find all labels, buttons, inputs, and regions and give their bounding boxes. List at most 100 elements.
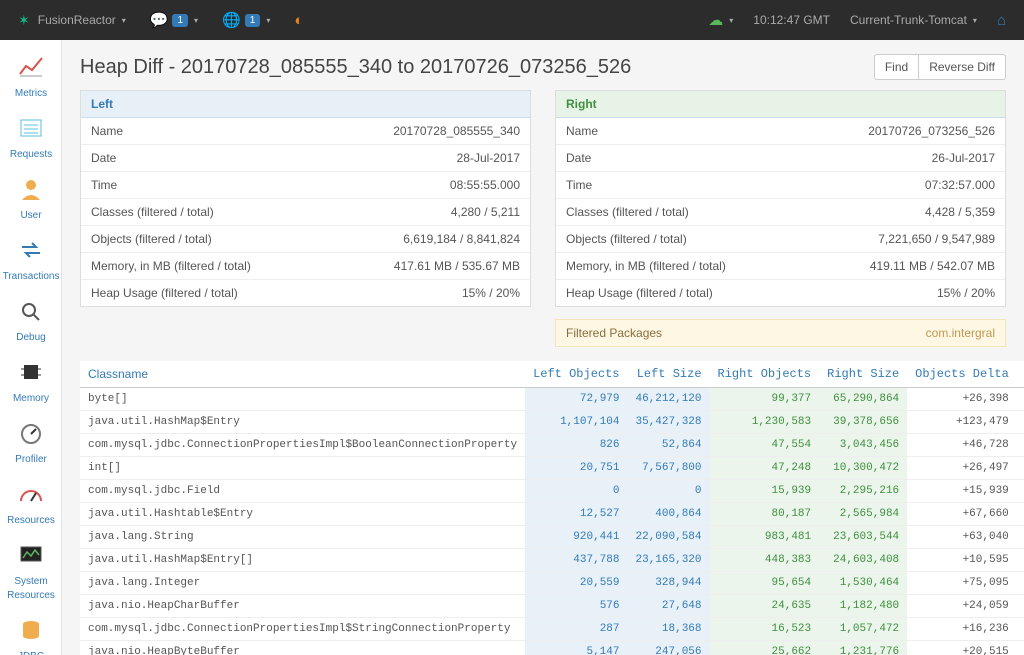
cell-classname: java.lang.Integer: [80, 572, 525, 595]
col-left-size[interactable]: Left Size: [628, 361, 710, 388]
cell-classname: com.mysql.jdbc.Field: [80, 480, 525, 503]
brand-menu[interactable]: ✶ FusionReactor ▾: [8, 0, 136, 40]
summary-value: 28-Jul-2017: [457, 151, 520, 165]
table-row[interactable]: java.util.HashMap$Entry[]437,78823,165,3…: [80, 549, 1024, 572]
cell-right-objects: 95,654: [710, 572, 820, 595]
chevron-down-icon: ▾: [729, 16, 733, 25]
col-classname[interactable]: Classname: [80, 361, 525, 388]
chip-icon: [0, 361, 62, 386]
cell-right-size: 65,290,864: [819, 388, 907, 411]
summary-key: Name: [566, 124, 598, 138]
table-row[interactable]: java.nio.HeapByteBuffer5,147247,05625,66…: [80, 641, 1024, 655]
logo-icon: ✶: [18, 12, 30, 29]
summary-panels: Left Name20170728_085555_340Date28-Jul-2…: [80, 90, 1006, 307]
table-row[interactable]: java.lang.Integer20,559328,94495,6541,53…: [80, 572, 1024, 595]
main-content: Heap Diff - 20170728_085555_340 to 20170…: [62, 40, 1024, 655]
col-left-objects[interactable]: Left Objects: [525, 361, 627, 388]
cell-left-objects: 576: [525, 595, 627, 618]
cloud-menu[interactable]: ☁ ▾: [698, 0, 743, 40]
table-row[interactable]: com.mysql.jdbc.ConnectionPropertiesImpl$…: [80, 618, 1024, 641]
summary-row: Time07:32:57.000: [556, 171, 1005, 198]
sidebar-item-label: Resources: [7, 515, 55, 526]
summary-row: Classes (filtered / total)4,428 / 5,359: [556, 198, 1005, 225]
right-summary-panel: Right Name20170726_073256_526Date26-Jul-…: [555, 90, 1006, 307]
monitor-icon: [0, 544, 62, 569]
cell-classname: java.util.HashMap$Entry: [80, 411, 525, 434]
summary-key: Heap Usage (filtered / total): [566, 286, 713, 300]
table-row[interactable]: com.mysql.jdbc.ConnectionPropertiesImpl$…: [80, 434, 1024, 457]
cell-classname: java.util.HashMap$Entry[]: [80, 549, 525, 572]
cell-left-objects: 12,527: [525, 503, 627, 526]
summary-key: Objects (filtered / total): [566, 232, 687, 246]
sidebar-item-system-resources[interactable]: System Resources: [0, 536, 62, 611]
table-row[interactable]: int[]20,7517,567,80047,24810,300,472+26,…: [80, 457, 1024, 480]
col-size-delta[interactable]: Size Delta: [1017, 361, 1024, 388]
header-actions: Find Reverse Diff: [874, 54, 1006, 80]
summary-row: Classes (filtered / total)4,280 / 5,211: [81, 198, 530, 225]
cell-classname: int[]: [80, 457, 525, 480]
cell-left-size: 7,567,800: [628, 457, 710, 480]
filtered-label: Filtered Packages: [566, 326, 662, 340]
summary-value: 6,619,184 / 8,841,824: [403, 232, 520, 246]
sidebar-item-jdbc[interactable]: JDBC: [0, 611, 62, 655]
cell-left-objects: 287: [525, 618, 627, 641]
cell-right-objects: 448,383: [710, 549, 820, 572]
sidebar-item-metrics[interactable]: Metrics: [0, 48, 62, 109]
clock-text: 10:12:47 GMT: [753, 13, 830, 27]
table-row[interactable]: java.lang.String920,44122,090,584983,481…: [80, 526, 1024, 549]
summary-row: Time08:55:55.000: [81, 171, 530, 198]
home-button[interactable]: ⌂: [987, 0, 1016, 40]
summary-value: 26-Jul-2017: [932, 151, 995, 165]
sidebar-item-user[interactable]: User: [0, 170, 62, 231]
col-right-size[interactable]: Right Size: [819, 361, 907, 388]
cell-left-size: 23,165,320: [628, 549, 710, 572]
table-row[interactable]: java.util.Hashtable$Entry12,527400,86480…: [80, 503, 1024, 526]
cell-right-size: 39,378,656: [819, 411, 907, 434]
sidebar-item-memory[interactable]: Memory: [0, 353, 62, 414]
instance-menu[interactable]: Current-Trunk-Tomcat ▾: [840, 0, 987, 40]
loading-indicator[interactable]: ◐: [284, 0, 313, 40]
sidebar-item-debug[interactable]: Debug: [0, 292, 62, 353]
sidebar-item-transactions[interactable]: Transactions: [0, 231, 62, 292]
network-menu[interactable]: 🌐 1 ▾: [212, 0, 280, 40]
heap-diff-table: Classname Left Objects Left Size Right O…: [80, 361, 1024, 655]
cell-right-size: 10,300,472: [819, 457, 907, 480]
cell-size-delta: +3,951,328: [1017, 411, 1024, 434]
user-icon: [0, 178, 62, 203]
table-row[interactable]: com.mysql.jdbc.Field0015,9392,295,216+15…: [80, 480, 1024, 503]
sidebar-item-profiler[interactable]: Profiler: [0, 414, 62, 475]
table-row[interactable]: java.util.HashMap$Entry1,107,10435,427,3…: [80, 411, 1024, 434]
summary-value: 08:55:55.000: [450, 178, 520, 192]
table-row[interactable]: java.nio.HeapCharBuffer57627,64824,6351,…: [80, 595, 1024, 618]
cell-right-objects: 47,248: [710, 457, 820, 480]
sidebar-item-resources[interactable]: Resources: [0, 475, 62, 536]
list-icon: [0, 117, 62, 142]
cell-size-delta: +1,154,832: [1017, 595, 1024, 618]
summary-value: 07:32:57.000: [925, 178, 995, 192]
summary-key: Memory, in MB (filtered / total): [566, 259, 726, 273]
table-row[interactable]: byte[]72,97946,212,12099,37765,290,864+2…: [80, 388, 1024, 411]
cell-left-objects: 20,751: [525, 457, 627, 480]
cell-size-delta: +1,512,960: [1017, 526, 1024, 549]
cell-size-delta: +19,078,744: [1017, 388, 1024, 411]
cell-left-size: 400,864: [628, 503, 710, 526]
summary-row: Memory, in MB (filtered / total)417.61 M…: [81, 252, 530, 279]
cell-left-objects: 20,559: [525, 572, 627, 595]
cell-right-size: 1,182,480: [819, 595, 907, 618]
find-button[interactable]: Find: [874, 54, 919, 80]
col-right-objects[interactable]: Right Objects: [710, 361, 820, 388]
cell-right-objects: 1,230,583: [710, 411, 820, 434]
cell-left-size: 35,427,328: [628, 411, 710, 434]
notifications-menu[interactable]: 💬 1 ▾: [140, 0, 208, 40]
col-objects-delta[interactable]: Objects Delta: [907, 361, 1017, 388]
cell-left-objects: 826: [525, 434, 627, 457]
cell-right-size: 24,603,408: [819, 549, 907, 572]
cloud-upload-icon: ☁: [708, 11, 723, 29]
summary-key: Heap Usage (filtered / total): [91, 286, 238, 300]
summary-row: Name20170726_073256_526: [556, 118, 1005, 144]
cell-classname: byte[]: [80, 388, 525, 411]
dash-icon: [0, 483, 62, 508]
sidebar-item-requests[interactable]: Requests: [0, 109, 62, 170]
reverse-diff-button[interactable]: Reverse Diff: [919, 54, 1006, 80]
summary-row: Date26-Jul-2017: [556, 144, 1005, 171]
